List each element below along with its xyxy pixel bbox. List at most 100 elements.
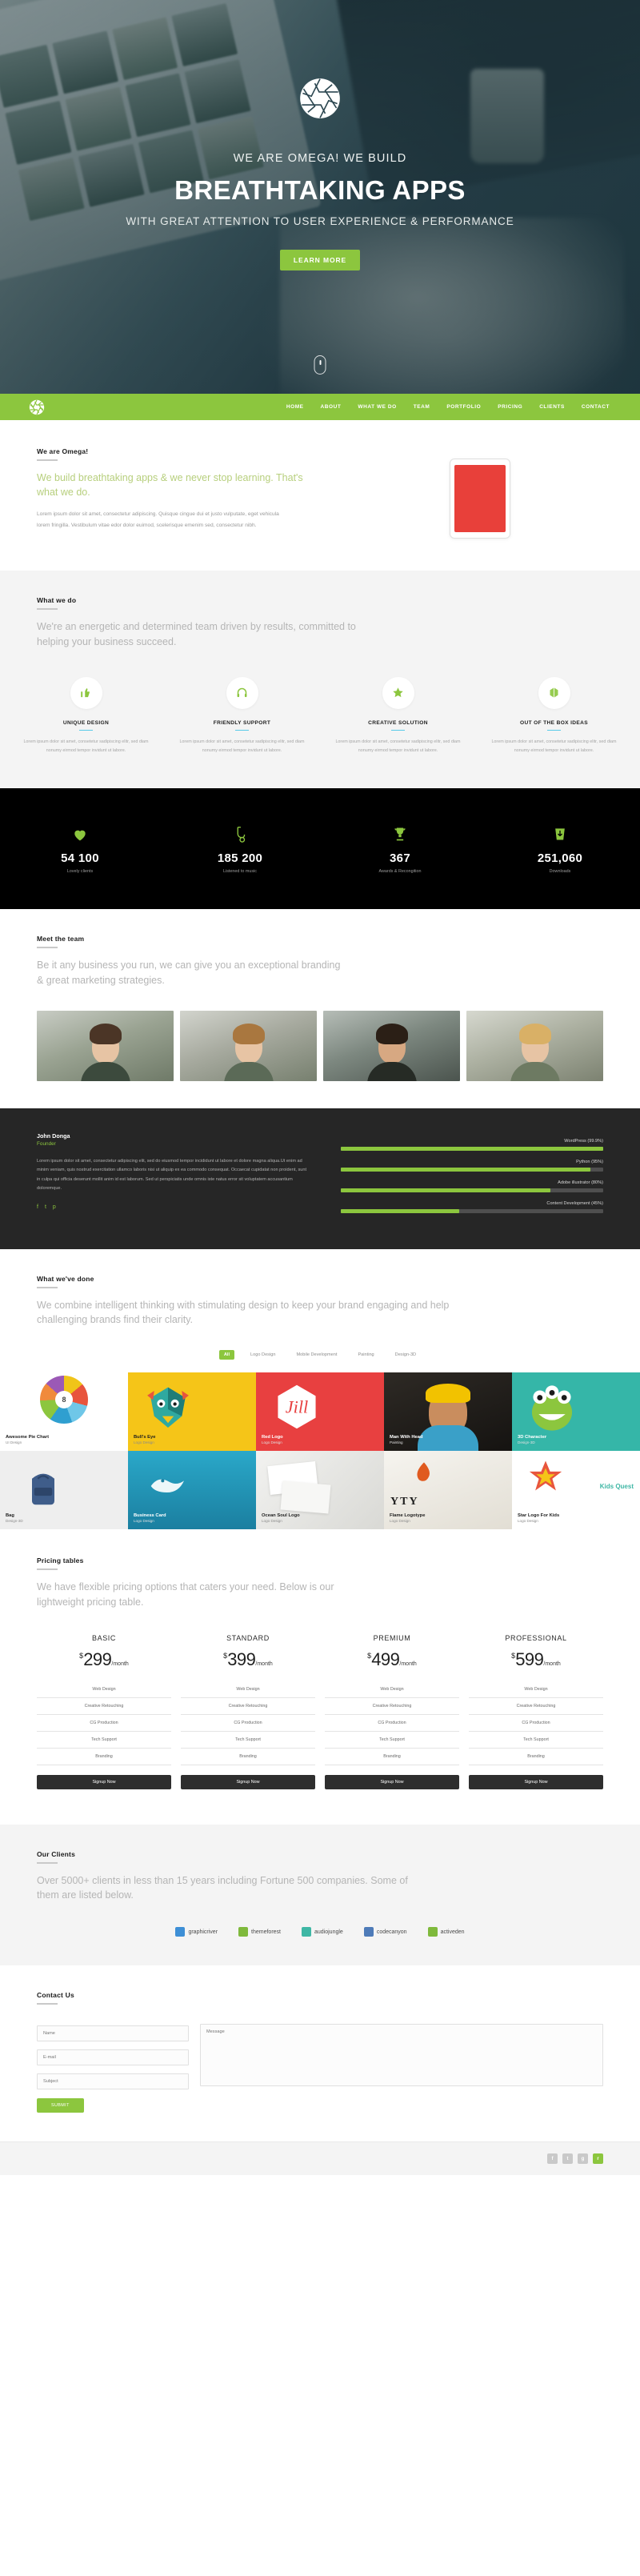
biz-card-artwork-2 bbox=[280, 1480, 331, 1514]
portfolio-item-bulls-eye[interactable]: Bull's Eye Logo Design bbox=[128, 1372, 256, 1452]
nav-item-home[interactable]: HOME bbox=[286, 404, 304, 410]
contact-section: Contact Us SUBMIT bbox=[0, 1965, 640, 2142]
portfolio-item-3d-character[interactable]: 3D Character Design-3D bbox=[512, 1372, 640, 1452]
shutter-aperture-icon[interactable] bbox=[29, 399, 45, 415]
team-member-photo-3[interactable] bbox=[323, 1010, 460, 1081]
plan-feature: Branding bbox=[469, 1749, 603, 1765]
portfolio-item-title: 3D Character bbox=[518, 1435, 547, 1440]
about-section: We are Omega! We build breathtaking apps… bbox=[0, 420, 640, 571]
signup-button[interactable]: Signup Now bbox=[181, 1774, 315, 1789]
team-member-photo-1[interactable] bbox=[37, 1010, 174, 1081]
portfolio-item-subtitle: Design-3D bbox=[6, 1519, 23, 1524]
portfolio-item-business-card[interactable]: Business Card Logo Design bbox=[128, 1451, 256, 1530]
client-logo-row: graphicriver themeforest audiojungle cod… bbox=[0, 1927, 640, 1937]
ocean-souls-artwork bbox=[150, 1479, 184, 1493]
nav-item-team[interactable]: TEAM bbox=[414, 404, 430, 410]
portfolio-item-pie-chart[interactable]: Awesome Pie Chart UI Design bbox=[0, 1372, 128, 1452]
plan-amount: 599 bbox=[515, 1649, 544, 1669]
themeforest-icon bbox=[238, 1927, 249, 1937]
client-logo-activeden[interactable]: activeden bbox=[427, 1927, 465, 1937]
subject-field[interactable] bbox=[37, 2073, 189, 2090]
counter-value: 251,060 bbox=[537, 851, 583, 866]
email-field[interactable] bbox=[37, 2049, 189, 2066]
backpack-artwork bbox=[32, 1473, 54, 1505]
headphones-icon bbox=[237, 687, 247, 698]
counter-value: 185 200 bbox=[217, 851, 263, 866]
portfolio-item-man-with-head[interactable]: Man With Head Painting bbox=[384, 1372, 512, 1452]
signup-button[interactable]: Signup Now bbox=[37, 1774, 171, 1789]
facebook-icon[interactable]: f bbox=[37, 1204, 38, 1210]
testimonial-text: Lorem ipsum dolor sit amet, consectetur … bbox=[37, 1158, 307, 1192]
pricing-lead: We have flexible pricing options that ca… bbox=[37, 1581, 334, 1608]
plan-amount: 299 bbox=[83, 1649, 112, 1669]
learn-more-button[interactable]: LEARN MORE bbox=[279, 250, 361, 270]
team-member-photo-4[interactable] bbox=[466, 1010, 603, 1081]
skill-content-development: Content Development (45%) bbox=[341, 1201, 603, 1213]
feature-title: OUT OF THE BOX IDEAS bbox=[519, 719, 589, 726]
footer-social-links: f t g r bbox=[547, 2153, 603, 2165]
filter-mobile-development[interactable]: Mobile Development bbox=[291, 1350, 342, 1360]
counter-listened-to-music: 185 200 Listened to music bbox=[160, 822, 320, 874]
filter-painting[interactable]: Painting bbox=[353, 1350, 378, 1360]
client-logo-codecanyon[interactable]: codecanyon bbox=[363, 1927, 407, 1937]
feature-list: UNIQUE DESIGN Lorem ipsum dolor sit amet… bbox=[0, 676, 640, 755]
pinterest-icon[interactable]: p bbox=[53, 1204, 56, 1210]
team-lead: Be it any business you run, we can give … bbox=[37, 959, 341, 986]
section-arrow bbox=[76, 1100, 90, 1108]
nav-menu: HOME ABOUT WHAT WE DO TEAM PORTFOLIO PRI… bbox=[286, 404, 616, 410]
monster-artwork bbox=[531, 1385, 573, 1431]
scroll-down-mouse-icon[interactable] bbox=[314, 355, 326, 375]
signup-button[interactable]: Signup Now bbox=[325, 1774, 459, 1789]
client-logo-themeforest[interactable]: themeforest bbox=[238, 1927, 281, 1937]
nav-item-clients[interactable]: CLIENTS bbox=[539, 404, 565, 410]
portfolio-item-red-logo[interactable]: Jill Red Logo Logo Design bbox=[256, 1372, 384, 1452]
rss-icon[interactable]: r bbox=[593, 2153, 603, 2165]
portfolio-item-title: Bull's Eye bbox=[134, 1435, 156, 1440]
nav-item-about[interactable]: ABOUT bbox=[321, 404, 342, 410]
portfolio-item-title: Ocean Soul Logo bbox=[262, 1513, 300, 1519]
clients-lead: Over 5000+ clients in less than 15 years… bbox=[37, 1874, 408, 1901]
eyebrow-rule bbox=[37, 2003, 58, 2005]
google-plus-icon[interactable]: g bbox=[578, 2153, 588, 2165]
twitter-icon[interactable]: t bbox=[562, 2153, 573, 2165]
portfolio-item-ocean-soul-logo[interactable]: Ocean Soul Logo Logo Design bbox=[256, 1451, 384, 1530]
skill-fill bbox=[341, 1146, 603, 1151]
plan-period: /month bbox=[399, 1661, 417, 1667]
team-member-photo-2[interactable] bbox=[180, 1010, 317, 1081]
twitter-icon[interactable]: t bbox=[45, 1204, 46, 1210]
star-icon bbox=[393, 687, 403, 698]
portfolio-item-bag[interactable]: Bag Design-3D bbox=[0, 1451, 128, 1530]
signup-button[interactable]: Signup Now bbox=[469, 1774, 603, 1789]
skill-fill bbox=[341, 1208, 459, 1213]
clients-eyebrow: Our Clients bbox=[37, 1849, 76, 1858]
filter-all[interactable]: All bbox=[218, 1350, 235, 1360]
submit-button[interactable]: SUBMIT bbox=[37, 2098, 84, 2113]
client-logo-label: graphicriver bbox=[188, 1929, 218, 1935]
plan-feature: Web Design bbox=[325, 1681, 459, 1698]
portfolio-section: What we've done We combine intelligent t… bbox=[0, 1248, 640, 1530]
team-eyebrow: Meet the team bbox=[37, 935, 85, 943]
plan-feature: Branding bbox=[181, 1749, 315, 1765]
facebook-icon[interactable]: f bbox=[547, 2153, 558, 2165]
hat-artwork bbox=[426, 1384, 470, 1404]
name-field[interactable] bbox=[37, 2025, 189, 2042]
testimonial-role: Founder bbox=[37, 1140, 56, 1147]
filter-design-3d[interactable]: Design-3D bbox=[390, 1350, 421, 1360]
client-logo-graphicriver[interactable]: graphicriver bbox=[175, 1927, 218, 1937]
portfolio-item-star-logo-for-kids[interactable]: Kids Quest Star Logo For Kids Logo Desig… bbox=[512, 1451, 640, 1530]
nav-item-portfolio[interactable]: PORTFOLIO bbox=[446, 404, 481, 410]
client-logo-audiojungle[interactable]: audiojungle bbox=[302, 1927, 343, 1937]
nav-item-pricing[interactable]: PRICING bbox=[498, 404, 522, 410]
portfolio-item-title: Awesome Pie Chart bbox=[6, 1435, 50, 1440]
filter-logo-design[interactable]: Logo Design bbox=[246, 1350, 280, 1360]
message-field[interactable] bbox=[200, 2024, 603, 2087]
shirt-artwork bbox=[418, 1425, 478, 1452]
nav-item-contact[interactable]: CONTACT bbox=[582, 404, 610, 410]
portfolio-item-subtitle: Logo Design bbox=[390, 1519, 410, 1524]
eyebrow-rule bbox=[37, 608, 58, 610]
plan-feature: Web Design bbox=[37, 1681, 171, 1698]
portfolio-item-flame-logotype[interactable]: YTY Flame Logotype Logo Design bbox=[384, 1451, 512, 1530]
counter-label: Listened to music bbox=[223, 869, 257, 875]
nav-item-what-we-do[interactable]: WHAT WE DO bbox=[358, 404, 396, 410]
plan-feature: Creative Retouching bbox=[325, 1698, 459, 1715]
